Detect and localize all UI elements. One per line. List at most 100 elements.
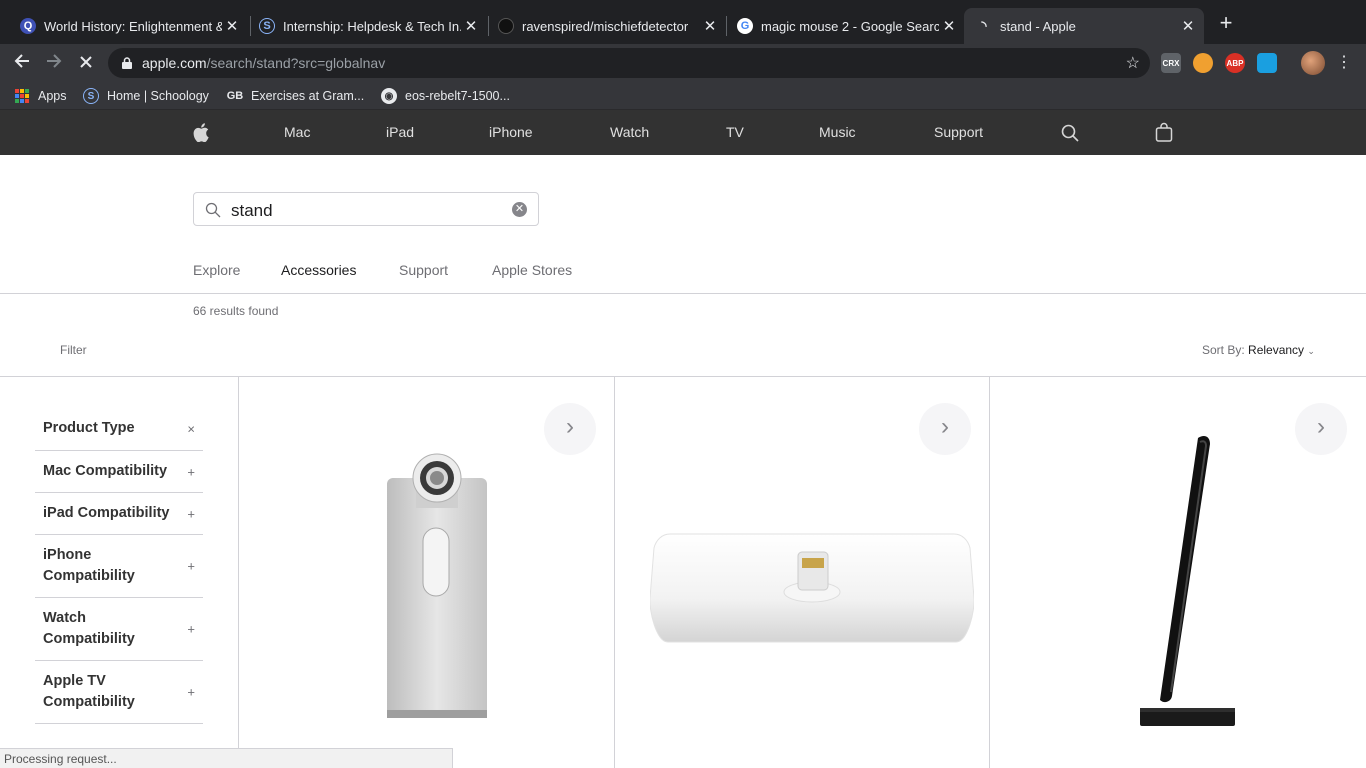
close-x-icon [80, 56, 92, 68]
bookmarks-bar: Apps S Home | Schoology GB Exercises at … [0, 82, 1366, 110]
bookmark-label: Home | Schoology [107, 89, 209, 103]
close-tab-icon[interactable]: ✕ [939, 17, 959, 35]
expand-plus-icon[interactable]: + [187, 682, 195, 703]
lock-icon [122, 57, 132, 69]
status-bar: Processing request... [0, 748, 453, 768]
tab-title: stand - Apple [1000, 18, 1076, 34]
grammar-bytes-icon: GB [226, 90, 244, 102]
tab-world-history[interactable]: Q World History: Enlightenment & ... ✕ [8, 8, 248, 44]
bookmark-label: Exercises at Gram... [251, 89, 365, 103]
nav-iphone[interactable]: iPhone [489, 124, 533, 140]
address-bar[interactable]: apple.com/search/stand?src=globalnav ☆ [108, 48, 1150, 78]
owl-extension-icon[interactable] [1193, 53, 1213, 73]
tab-apple-stand[interactable]: ◝ stand - Apple ✕ [964, 8, 1204, 44]
sort-value: Relevancy [1248, 343, 1305, 357]
product-image-pro-stand[interactable] [380, 450, 494, 722]
bookmark-grammar[interactable]: GB Exercises at Gram... [227, 87, 364, 105]
filter-ipad-compatibility[interactable]: iPad Compatibility + [35, 493, 203, 535]
schoology-icon: S [83, 88, 99, 104]
chevron-right-icon[interactable]: › [544, 403, 596, 455]
product-image-iphone-dock-black[interactable] [1138, 434, 1238, 730]
product-image-lightning-dock[interactable] [650, 530, 974, 648]
tab-title: ravenspired/mischiefdetector [522, 18, 689, 34]
schoology-favicon-icon: S [259, 18, 275, 34]
tab-explore[interactable]: Explore [193, 262, 240, 278]
expand-plus-icon[interactable]: + [187, 556, 195, 577]
tab-support[interactable]: Support [399, 262, 448, 278]
chevron-right-icon[interactable]: › [919, 403, 971, 455]
nav-tv[interactable]: TV [726, 124, 744, 140]
bookmark-apps[interactable]: Apps [14, 87, 67, 105]
grid-divider [614, 377, 615, 768]
sort-label: Sort By: [1202, 343, 1245, 357]
search-field[interactable]: stand ✕ [193, 192, 539, 226]
tab-github[interactable]: ravenspired/mischiefdetector ✕ [486, 8, 726, 44]
globe-icon: ◉ [381, 88, 397, 104]
filter-watch-compatibility[interactable]: Watch Compatibility + [35, 598, 203, 661]
new-tab-button[interactable]: + [1216, 12, 1236, 36]
bookmark-eos-rebel[interactable]: ◉ eos-rebelt7-1500... [381, 87, 510, 105]
quizlet-favicon-icon: Q [20, 18, 36, 34]
clear-search-icon[interactable]: ✕ [512, 202, 527, 217]
browser-menu-icon[interactable]: ⋮ [1336, 52, 1352, 74]
nav-mac[interactable]: Mac [284, 124, 310, 140]
shopping-bag-icon[interactable] [1155, 122, 1173, 142]
apple-logo-icon[interactable] [193, 123, 209, 142]
tab-accessories[interactable]: Accessories [281, 262, 356, 278]
github-favicon-icon [498, 18, 514, 34]
bookmark-star-icon[interactable]: ☆ [1126, 53, 1140, 73]
expand-plus-icon[interactable]: + [187, 503, 195, 524]
close-tab-icon[interactable]: ✕ [222, 17, 242, 35]
bookmark-schoology[interactable]: S Home | Schoology [83, 87, 209, 105]
divider [0, 293, 1366, 294]
nav-support[interactable]: Support [934, 124, 983, 140]
nav-watch[interactable]: Watch [610, 124, 649, 140]
filter-iphone-compatibility[interactable]: iPhone Compatibility + [35, 535, 203, 598]
tab-title: World History: Enlightenment & ... [44, 18, 222, 34]
profile-avatar[interactable] [1301, 51, 1325, 75]
close-icon[interactable]: × [187, 419, 195, 440]
close-tab-icon[interactable]: ✕ [461, 17, 481, 35]
expand-plus-icon[interactable]: + [187, 619, 195, 640]
filter-mac-compatibility[interactable]: Mac Compatibility + [35, 451, 203, 493]
filter-label: Apple TV Compatibility [43, 673, 135, 710]
screenshot-extension-icon[interactable] [1257, 53, 1277, 73]
forward-button[interactable] [41, 50, 67, 76]
filter-toggle[interactable]: Filter [60, 343, 87, 357]
grid-divider [238, 377, 239, 768]
tab-strip: Q World History: Enlightenment & ... ✕ S… [0, 0, 1366, 44]
divider [0, 376, 1366, 377]
expand-plus-icon[interactable]: + [187, 461, 195, 482]
apple-global-nav: Mac iPad iPhone Watch TV Music Support [0, 110, 1366, 155]
google-favicon-icon: G [737, 18, 753, 34]
close-tab-icon[interactable]: ✕ [700, 17, 720, 35]
crx-extension-icon[interactable]: CRX [1161, 53, 1181, 73]
back-arrow-icon [14, 54, 29, 68]
close-tab-icon[interactable]: ✕ [1178, 17, 1198, 35]
apps-grid-icon [14, 88, 30, 104]
filter-label: Watch Compatibility [43, 610, 135, 647]
bookmark-label: Apps [38, 89, 67, 103]
nav-music[interactable]: Music [819, 124, 856, 140]
back-button[interactable] [9, 50, 35, 76]
search-icon [205, 202, 221, 218]
search-icon[interactable] [1061, 124, 1079, 142]
browser-toolbar: apple.com/search/stand?src=globalnav ☆ C… [0, 44, 1366, 82]
sort-dropdown[interactable]: Sort By: Relevancy ⌄ [1202, 343, 1315, 357]
url-text: apple.com/search/stand?src=globalnav [142, 55, 386, 71]
tab-apple-stores[interactable]: Apple Stores [492, 262, 572, 278]
filter-label: iPhone Compatibility [43, 547, 135, 584]
stop-loading-button[interactable] [73, 50, 99, 76]
tab-internship[interactable]: S Internship: Helpdesk & Tech In... ✕ [247, 8, 487, 44]
results-count: 66 results found [193, 304, 279, 318]
nav-ipad[interactable]: iPad [386, 124, 414, 140]
adblock-extension-icon[interactable]: ABP [1225, 53, 1245, 73]
forward-arrow-icon [47, 54, 62, 68]
filter-label: Product Type [43, 420, 135, 436]
filter-product-type[interactable]: Product Type × [35, 408, 203, 451]
tab-google-search[interactable]: G magic mouse 2 - Google Search ✕ [725, 8, 965, 44]
chevron-right-icon[interactable]: › [1295, 403, 1347, 455]
bookmark-label: eos-rebelt7-1500... [405, 89, 510, 103]
filter-appletv-compatibility[interactable]: Apple TV Compatibility + [35, 661, 203, 724]
tab-title: magic mouse 2 - Google Search [761, 18, 939, 34]
